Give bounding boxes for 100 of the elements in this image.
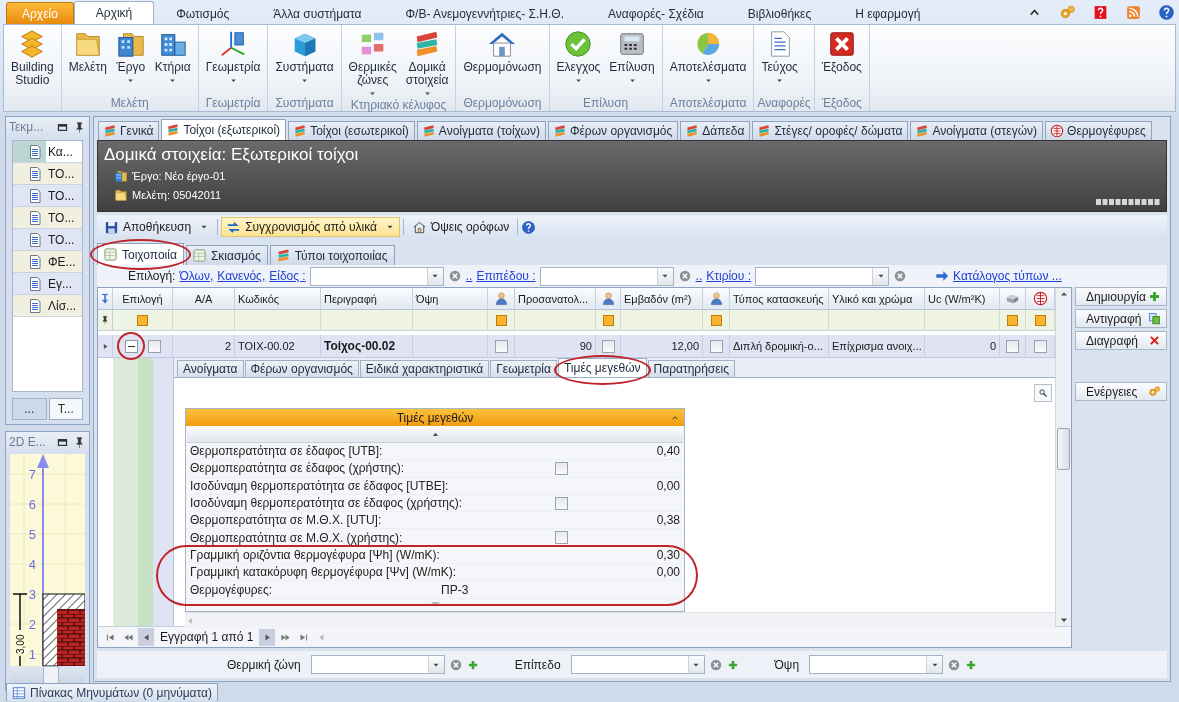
rss-icon[interactable] (1125, 3, 1142, 21)
clear-icon[interactable] (448, 657, 463, 672)
list-item[interactable]: ΤΟ... (13, 229, 82, 251)
pin-icon[interactable] (100, 315, 110, 325)
ribbon-tab[interactable]: Άλλα συστήματα (251, 2, 384, 24)
checkbox[interactable] (1033, 339, 1047, 353)
scroll-thumb[interactable] (1057, 428, 1070, 470)
detail-tab[interactable]: Παρατηρήσεις (647, 360, 736, 377)
document-tab[interactable]: Γενικά (98, 121, 160, 140)
panel-tab[interactable]: Τ... (48, 398, 83, 420)
catalog-link[interactable]: Κατάλογος τύπων ... (953, 269, 1062, 283)
filter-toggle[interactable] (1034, 314, 1046, 326)
list-item[interactable]: ΦΕ... (13, 251, 82, 273)
filter-link[interactable]: Είδος : (269, 269, 306, 283)
action-button[interactable]: Αντιγραφή (1075, 309, 1167, 328)
filter-link[interactable]: Κανενός, (217, 269, 266, 283)
action-button[interactable]: Διαγραφή (1075, 331, 1167, 350)
dropdown-field[interactable] (309, 266, 444, 286)
ribbon-button[interactable]: Συστήματα (271, 27, 338, 96)
column-header[interactable]: Περιγραφή (321, 288, 413, 309)
detail-tab[interactable]: Γεωμετρία (490, 360, 557, 377)
ribbon-tab[interactable]: Αναφορές- Σχέδια (585, 2, 726, 24)
ribbon-button[interactable]: Building Studio (7, 27, 58, 96)
checkbox[interactable] (709, 339, 723, 353)
nav-button[interactable] (138, 628, 154, 646)
add-icon[interactable] (726, 658, 739, 671)
action-button[interactable]: Δημιουργία (1075, 287, 1167, 306)
column-header[interactable]: Όψη (413, 288, 488, 309)
clear-icon[interactable] (677, 269, 692, 283)
ribbon-button[interactable]: Γεωμετρία (201, 27, 265, 96)
dropdown-field[interactable] (755, 266, 890, 286)
search-button[interactable] (1034, 384, 1052, 402)
ribbon-button[interactable]: Μελέτη (64, 27, 111, 96)
filter-toggle[interactable] (1007, 314, 1018, 326)
checkbox[interactable] (147, 339, 161, 353)
add-icon[interactable] (466, 658, 479, 671)
list-item[interactable]: ΤΟ... (13, 185, 82, 207)
ribbon-button[interactable]: Θερμικές ζώνες (344, 27, 401, 98)
horizontal-scrollbar[interactable] (185, 611, 1055, 629)
toolbar-button[interactable]: Αποθήκευση (99, 217, 215, 237)
ribbon-button[interactable]: Επίλυση (605, 27, 659, 96)
property-checkbox[interactable] (555, 531, 568, 545)
column-header[interactable]: Υλικό και χρώμα (829, 288, 925, 309)
detail-tab[interactable]: Τιμές μεγεθών (557, 358, 647, 377)
ribbon-tab[interactable]: Η εφαρμογή (833, 2, 943, 24)
filter-link[interactable]: Κτιρίου : (706, 269, 752, 283)
ribbon-tab[interactable]: Βιβλιοθήκες (725, 2, 834, 24)
clear-icon[interactable] (893, 269, 908, 283)
pin-icon[interactable] (73, 435, 86, 449)
help-icon[interactable] (1092, 3, 1109, 21)
clear-icon[interactable] (447, 269, 462, 283)
ribbon-button[interactable]: Αποτελέσματα (665, 27, 751, 96)
column-header[interactable]: Uc (W/m²K) (925, 288, 1000, 309)
ribbon-button[interactable]: Τεύχος (757, 27, 802, 96)
sort-arrow-icon[interactable] (99, 292, 111, 305)
table-row[interactable]: 2 ΤΟΙΧ-00.02 Τοίχος-00.02 90 12,00 Διπλή δρομική-ο... Επίχρισμα ανοιχ... 0 (98, 335, 1055, 358)
ribbon-button[interactable]: Ελεγχος (552, 27, 605, 96)
document-tab[interactable]: Στέγες/ οροφές/ δώματα (752, 121, 909, 140)
add-icon[interactable] (965, 658, 978, 671)
document-tab[interactable]: Θερμογέφυρες (1045, 121, 1152, 140)
gears-icon[interactable] (1059, 3, 1076, 21)
detail-tab[interactable]: Φέρων οργανισμός (244, 360, 359, 377)
action-button[interactable]: Ενέργειες (1075, 382, 1167, 401)
toolbar-button[interactable]: Όψεις ορόφων (406, 217, 515, 237)
help-icon[interactable] (1158, 3, 1175, 21)
ribbon-button[interactable]: Έξοδος (817, 27, 866, 96)
column-header[interactable]: Κωδικός (235, 288, 321, 309)
panel-tab[interactable]: ... (12, 398, 47, 420)
ribbon-button[interactable]: Κτήρια (150, 27, 195, 96)
sub-tab[interactable]: Τοιχοποιία (97, 243, 184, 265)
document-tab[interactable]: Δάπεδα (680, 121, 751, 140)
document-tab[interactable]: Τοίχοι (εσωτερικοί) (288, 121, 415, 140)
filter-toggle[interactable] (495, 314, 507, 326)
ribbon-tab[interactable]: Αρχική (73, 1, 155, 24)
document-tab[interactable]: Τοίχοι (εξωτερικοί) (161, 119, 287, 140)
column-header[interactable]: Α/Α (173, 288, 235, 309)
ribbon-button[interactable]: Δομικά στοιχεία (401, 27, 453, 98)
clear-icon[interactable] (708, 657, 723, 672)
dropdown-field[interactable] (570, 655, 705, 674)
checkbox[interactable] (601, 339, 615, 353)
column-header[interactable]: Τύπος κατασκευής (730, 288, 829, 309)
ribbon-tab[interactable]: Φ/Β- Ανεμογεννήτριες- Σ.Η.Θ. (383, 2, 586, 24)
dropdown-field[interactable] (310, 655, 445, 674)
list-item[interactable]: ΤΟ... (13, 207, 82, 229)
document-tab[interactable]: Φέρων οργανισμός (547, 121, 679, 140)
document-tab[interactable]: Ανοίγματα (τοίχων) (416, 121, 546, 140)
ribbon-button[interactable]: Θερμομόνωση (459, 27, 546, 96)
checkbox[interactable] (494, 339, 508, 353)
filter-link[interactable]: .. (465, 269, 473, 283)
document-tab[interactable]: Ανοίγματα (στεγών) (910, 121, 1044, 140)
filter-link[interactable]: Όλων, (179, 269, 214, 283)
filter-link[interactable]: .. (695, 269, 703, 283)
column-header[interactable]: Προσανατολ... (515, 288, 596, 309)
clear-icon[interactable] (947, 657, 962, 672)
ribbon-button[interactable]: Έργο (111, 27, 150, 96)
list-item[interactable]: Κα... (13, 141, 82, 163)
help-icon[interactable] (521, 219, 537, 235)
list-item[interactable]: Εγ... (13, 273, 82, 295)
dropdown-field[interactable] (539, 266, 674, 286)
pin-icon[interactable] (73, 120, 86, 134)
